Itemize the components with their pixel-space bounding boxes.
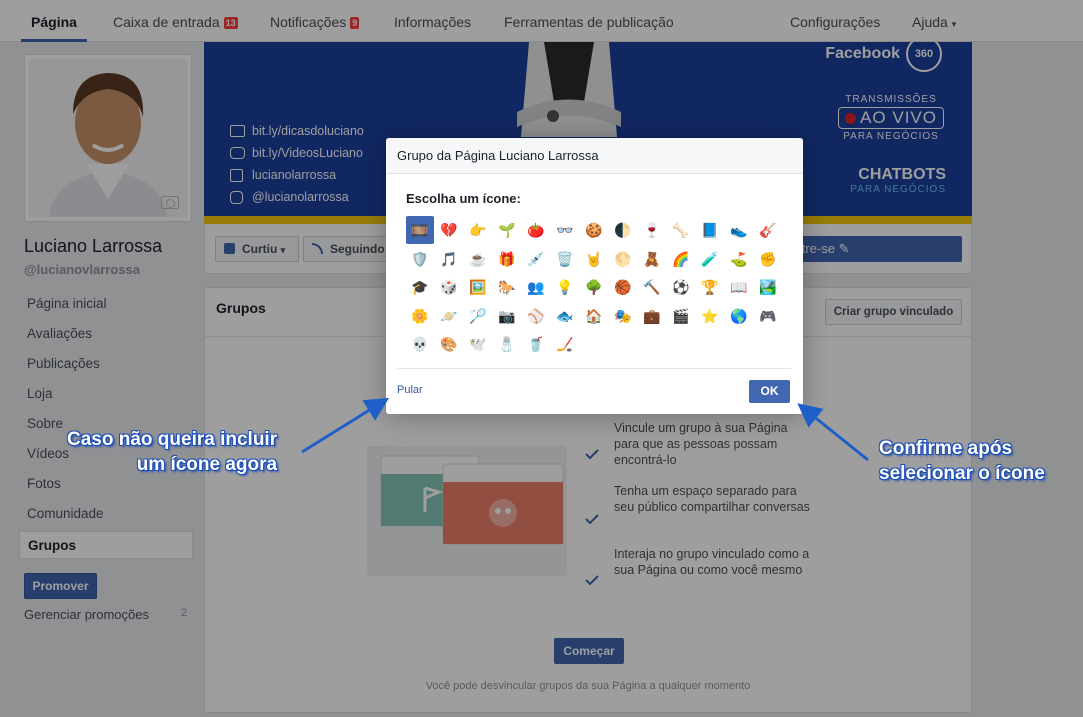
arrow-to-skip bbox=[301, 397, 390, 454]
annotation-arrows bbox=[301, 397, 869, 462]
arrow-to-ok bbox=[797, 403, 869, 462]
